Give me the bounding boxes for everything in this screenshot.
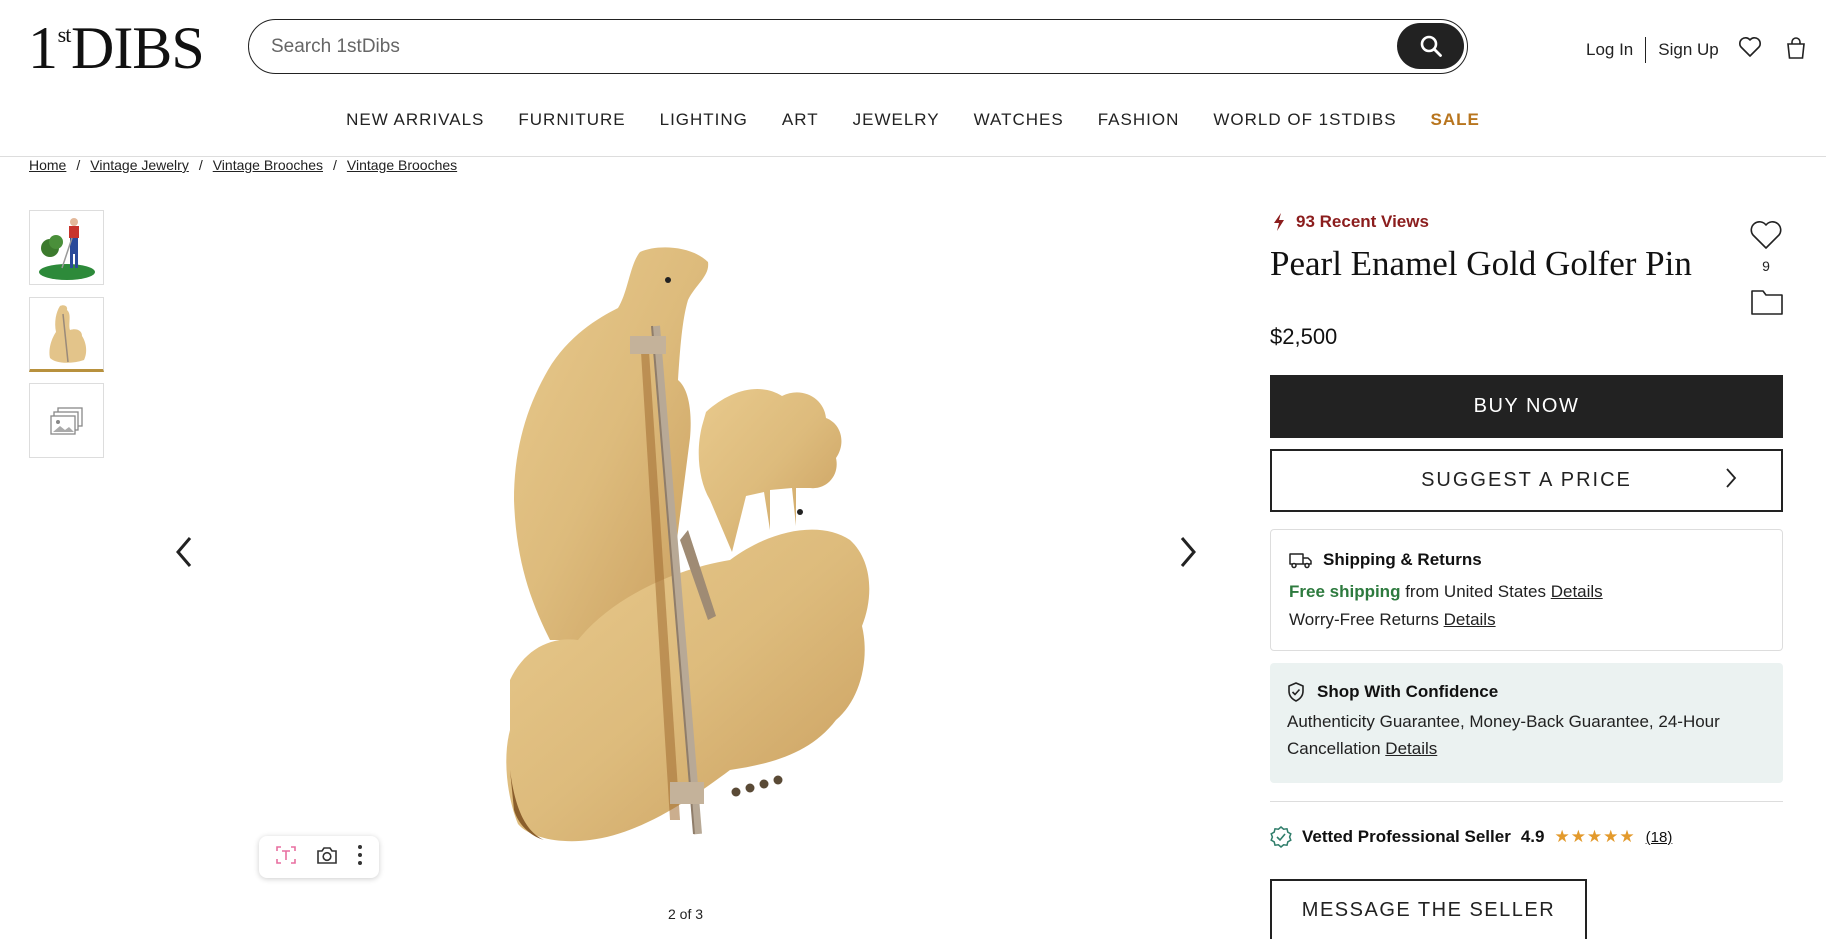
golfer-back-thumbnail <box>48 304 86 363</box>
seller-divider <box>1270 801 1783 802</box>
logo-dibs: DIBS <box>71 15 205 81</box>
more-vertical-icon <box>358 844 363 865</box>
golfer-color-thumbnail <box>38 217 95 280</box>
product-price: $2,500 <box>1270 324 1338 349</box>
verified-badge-icon <box>1270 826 1292 848</box>
shop-with-confidence-panel: Shop With Confidence Authenticity Guaran… <box>1270 663 1783 783</box>
save-to-folder-button[interactable] <box>1750 288 1784 321</box>
shipping-origin: from United States <box>1405 582 1546 601</box>
thumbnail-2[interactable] <box>29 297 104 372</box>
recent-views: 93 Recent Views <box>1272 212 1429 232</box>
confidence-heading-text: Shop With Confidence <box>1317 682 1499 701</box>
shipping-heading-text: Shipping & Returns <box>1323 550 1482 569</box>
text-recognition-button[interactable] <box>275 844 297 871</box>
auth-divider <box>1645 37 1647 63</box>
shipping-line: Free shipping from United States Details <box>1289 582 1764 602</box>
image-gallery-icon <box>49 406 83 435</box>
product-title: Pearl Enamel Gold Golfer Pin <box>1270 244 1692 283</box>
nav-watches[interactable]: WATCHES <box>974 110 1064 130</box>
thumbnail-3[interactable] <box>29 383 104 458</box>
gallery-counter: 2 of 3 <box>668 906 704 922</box>
lightning-icon <box>1274 213 1284 231</box>
returns-line: Worry-Free Returns Details <box>1289 610 1764 630</box>
more-options-button[interactable] <box>357 844 363 871</box>
shield-check-icon <box>1288 682 1304 702</box>
shipping-heading: Shipping & Returns <box>1289 550 1764 570</box>
breadcrumb: Home / Vintage Jewelry / Vintage Brooche… <box>29 157 457 173</box>
auth-links: Log In Sign Up <box>1586 37 1719 63</box>
confidence-heading: Shop With Confidence <box>1287 682 1766 702</box>
nav-furniture[interactable]: FURNITURE <box>518 110 625 130</box>
returns-details-link[interactable]: Details <box>1444 610 1496 629</box>
search-input[interactable] <box>271 34 1351 60</box>
buy-now-button[interactable]: BUY NOW <box>1270 375 1783 438</box>
folder-icon <box>1751 290 1783 315</box>
image-tools-toolbar <box>259 836 379 878</box>
main-nav: NEW ARRIVALS FURNITURE LIGHTING ART JEWE… <box>0 110 1826 130</box>
breadcrumb-home[interactable]: Home <box>29 157 66 173</box>
confidence-guarantees: Authenticity Guarantee, Money-Back Guara… <box>1287 712 1720 758</box>
login-link[interactable]: Log In <box>1586 40 1633 60</box>
bag-icon[interactable] <box>1784 36 1808 65</box>
breadcrumb-separator: / <box>332 157 337 173</box>
breadcrumb-separator: / <box>76 157 81 173</box>
search-bar <box>248 19 1468 74</box>
breadcrumb-vintage-jewelry[interactable]: Vintage Jewelry <box>90 157 189 173</box>
suggest-price-label: SUGGEST A PRICE <box>1421 469 1632 491</box>
text-scan-icon <box>275 845 296 864</box>
heart-icon <box>1750 221 1782 249</box>
seller-rating: 4.9 <box>1520 827 1545 846</box>
visual-search-button[interactable] <box>316 845 338 870</box>
site-logo[interactable]: 1stDIBS <box>28 15 205 81</box>
suggest-price-button[interactable]: SUGGEST A PRICE <box>1270 449 1783 512</box>
shipping-returns-panel: Shipping & Returns Free shipping from Un… <box>1270 529 1783 651</box>
breadcrumb-vintage-brooches-current[interactable]: Vintage Brooches <box>347 157 457 173</box>
returns-text: Worry-Free Returns <box>1289 610 1439 629</box>
seller-info: Vetted Professional Seller 4.9 ★★★★★ (18… <box>1270 826 1672 848</box>
thumbnail-1[interactable] <box>29 210 104 285</box>
heart-icon[interactable] <box>1738 36 1762 63</box>
star-rating-icon: ★★★★★ <box>1554 827 1636 846</box>
chevron-right-icon <box>1726 468 1737 488</box>
chevron-left-icon <box>176 537 192 567</box>
nav-lighting[interactable]: LIGHTING <box>660 110 748 130</box>
logo-one: 1 <box>28 15 58 81</box>
breadcrumb-separator: / <box>198 157 203 173</box>
search-button[interactable] <box>1397 23 1464 69</box>
product-image <box>506 247 870 842</box>
nav-world-of-1stdibs[interactable]: WORLD OF 1STDIBS <box>1213 110 1396 130</box>
seller-badge-label: Vetted Professional Seller <box>1302 827 1511 846</box>
confidence-text: Authenticity Guarantee, Money-Back Guara… <box>1287 708 1766 762</box>
seller-reviews-link[interactable]: (18) <box>1646 829 1673 846</box>
nav-fashion[interactable]: FASHION <box>1098 110 1180 130</box>
truck-icon <box>1289 553 1312 569</box>
shipping-details-link[interactable]: Details <box>1551 582 1603 601</box>
gallery-prev-button[interactable] <box>174 535 194 578</box>
favorite-count: 9 <box>1762 258 1770 274</box>
nav-new-arrivals[interactable]: NEW ARRIVALS <box>346 110 484 130</box>
breadcrumb-vintage-brooches[interactable]: Vintage Brooches <box>213 157 323 173</box>
nav-jewelry[interactable]: JEWELRY <box>853 110 940 130</box>
free-shipping-text: Free shipping <box>1289 582 1401 601</box>
recent-views-text: 93 Recent Views <box>1296 212 1429 231</box>
signup-link[interactable]: Sign Up <box>1658 40 1718 60</box>
search-icon <box>1420 35 1442 57</box>
favorite-button[interactable]: 9 <box>1748 219 1784 274</box>
confidence-details-link[interactable]: Details <box>1385 739 1437 758</box>
chevron-right-icon <box>1180 537 1196 567</box>
logo-st: st <box>57 22 72 47</box>
nav-art[interactable]: ART <box>782 110 819 130</box>
nav-sale[interactable]: SALE <box>1431 110 1480 130</box>
camera-icon <box>317 846 337 864</box>
message-seller-button[interactable]: MESSAGE THE SELLER <box>1270 879 1587 939</box>
gallery-next-button[interactable] <box>1178 535 1198 578</box>
